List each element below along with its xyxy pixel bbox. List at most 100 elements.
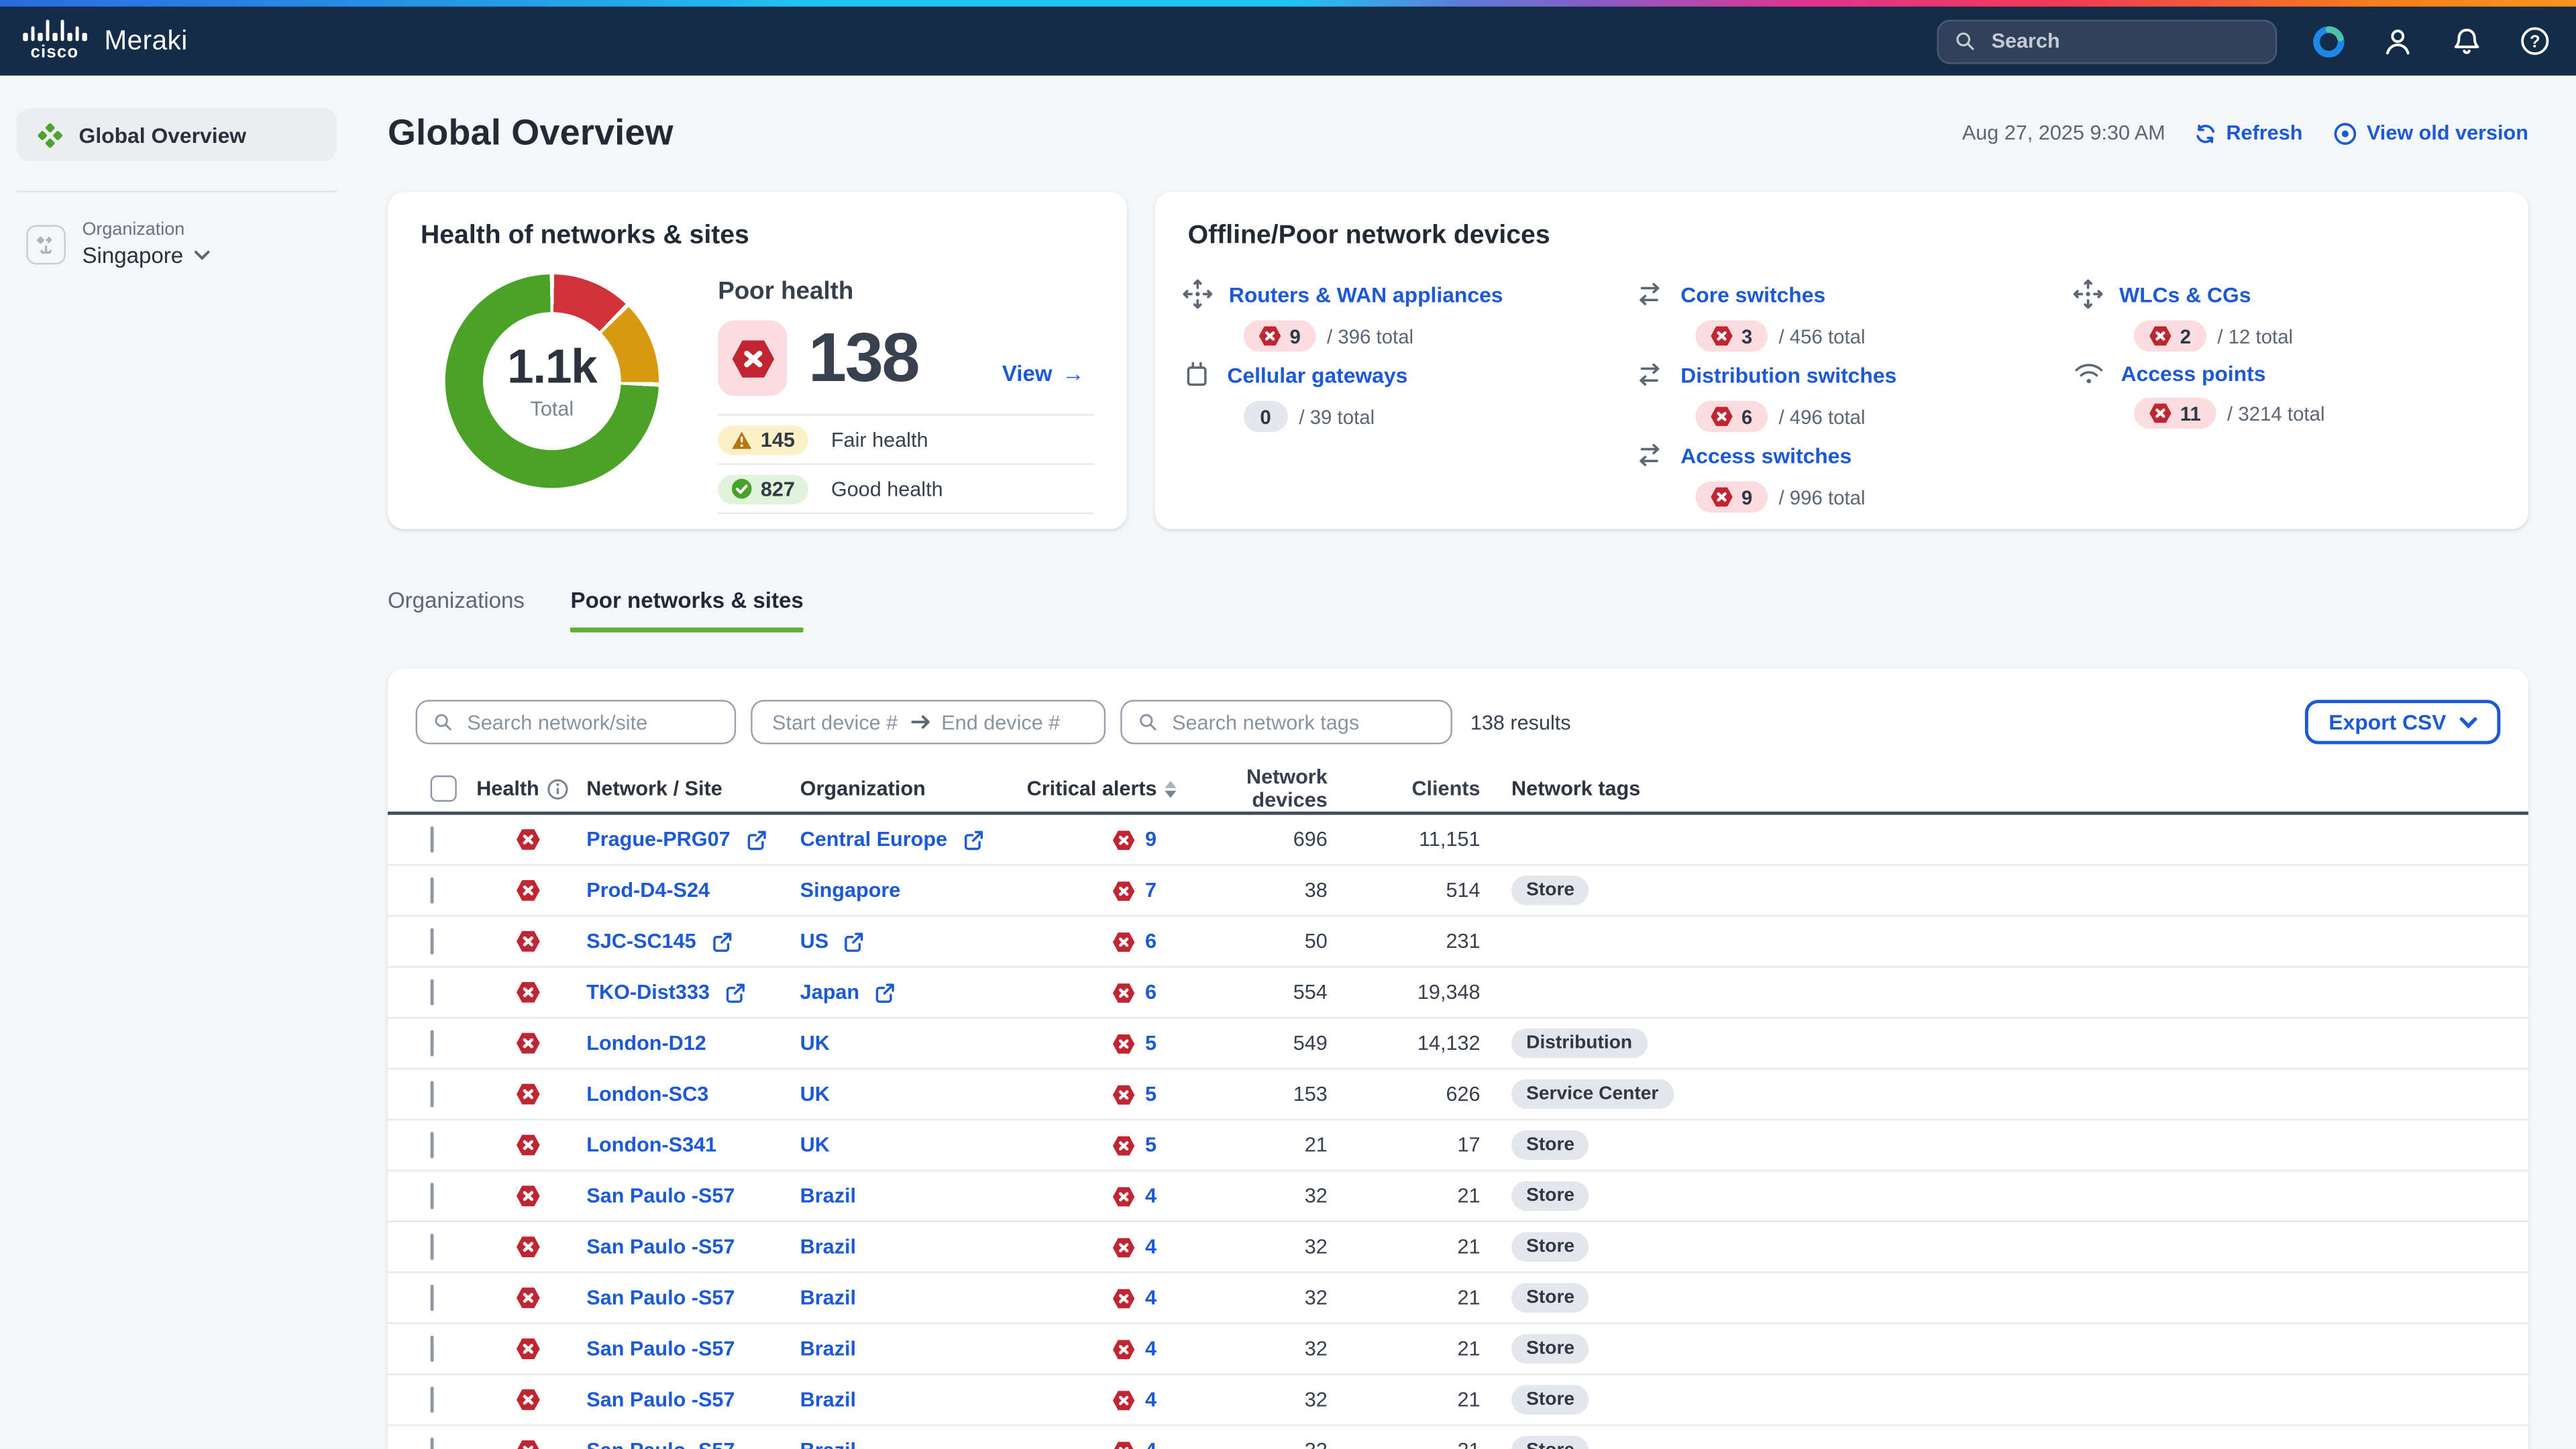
row-checkbox[interactable] <box>431 877 434 904</box>
row-checkbox[interactable] <box>431 979 434 1006</box>
row-checkbox[interactable] <box>431 1081 434 1107</box>
network-link[interactable]: San Paulo -S57 <box>586 1388 735 1411</box>
row-checkbox[interactable] <box>431 1030 434 1057</box>
network-link[interactable]: SJC-SC145 <box>586 930 696 953</box>
view-old-version-button[interactable]: View old version <box>2332 121 2528 146</box>
cisco-logo-icon: cisco <box>23 20 86 62</box>
external-link-icon[interactable] <box>724 981 746 1003</box>
organization-link[interactable]: UK <box>800 1083 830 1106</box>
device-range-field[interactable] <box>751 700 1106 744</box>
device-category-link[interactable]: Access switches <box>1680 443 1851 468</box>
notifications-bell-icon[interactable] <box>2448 23 2484 59</box>
row-checkbox[interactable] <box>431 1285 434 1311</box>
device-category-link[interactable]: WLCs & CGs <box>2119 282 2251 307</box>
network-link[interactable]: San Paulo -S57 <box>586 1337 735 1360</box>
external-link-icon[interactable] <box>745 829 767 851</box>
network-link[interactable]: San Paulo -S57 <box>586 1287 735 1309</box>
critical-alerts-link[interactable]: 4 <box>1145 1388 1157 1411</box>
column-network-site[interactable]: Network / Site <box>578 777 795 800</box>
sidebar-item-global-overview[interactable]: Global Overview <box>16 109 337 161</box>
refresh-button[interactable]: Refresh <box>2195 121 2303 144</box>
network-link[interactable]: Prod-D4-S24 <box>586 879 710 902</box>
critical-alerts-link[interactable]: 5 <box>1145 1134 1157 1157</box>
organization-link[interactable]: Brazil <box>800 1337 856 1360</box>
info-icon[interactable] <box>547 778 569 800</box>
row-checkbox[interactable] <box>431 1438 434 1449</box>
device-category-link[interactable]: Routers & WAN appliances <box>1229 282 1503 307</box>
external-link-icon[interactable] <box>843 930 865 952</box>
column-network-tags[interactable]: Network tags <box>1487 777 2528 800</box>
critical-alerts-link[interactable]: 9 <box>1145 828 1157 851</box>
network-link[interactable]: London-S341 <box>586 1134 716 1157</box>
network-link[interactable]: London-D12 <box>586 1032 706 1055</box>
critical-alerts-link[interactable]: 4 <box>1145 1185 1157 1208</box>
webex-app-icon[interactable] <box>2310 23 2346 59</box>
search-network-site-field[interactable] <box>416 700 737 744</box>
organization-link[interactable]: Japan <box>800 981 860 1004</box>
device-category-link[interactable]: Distribution switches <box>1680 362 1896 387</box>
organization-selector[interactable]: Organization Singapore <box>26 220 337 269</box>
critical-alerts-link[interactable]: 4 <box>1145 1439 1157 1449</box>
network-link[interactable]: San Paulo -S57 <box>586 1236 735 1258</box>
help-icon[interactable]: ? <box>2517 23 2553 59</box>
organization-link[interactable]: Brazil <box>800 1388 856 1411</box>
tab-organizations[interactable]: Organizations <box>388 588 525 633</box>
network-link[interactable]: Prague-PRG07 <box>586 828 730 851</box>
network-link[interactable]: TKO-Dist333 <box>586 981 710 1004</box>
meraki-logo[interactable]: cisco Meraki <box>23 20 187 62</box>
organization-link[interactable]: UK <box>800 1032 830 1055</box>
critical-alerts-link[interactable]: 4 <box>1145 1337 1157 1360</box>
critical-alerts-link[interactable]: 5 <box>1145 1032 1157 1055</box>
organization-link[interactable]: Central Europe <box>800 828 947 851</box>
export-csv-button[interactable]: Export CSV <box>2306 700 2500 744</box>
sort-icon[interactable] <box>1165 780 1177 798</box>
critical-alerts-link[interactable]: 4 <box>1145 1236 1157 1258</box>
end-device-input[interactable] <box>938 709 1073 735</box>
row-checkbox[interactable] <box>431 1387 434 1413</box>
tab-poor-networks-sites[interactable]: Poor networks & sites <box>571 588 804 633</box>
column-network-devices[interactable]: Network devices <box>1186 765 1334 812</box>
critical-alerts-link[interactable]: 6 <box>1145 981 1157 1004</box>
organization-link[interactable]: Brazil <box>800 1439 856 1449</box>
search-network-site-input[interactable] <box>464 709 718 735</box>
critical-alerts-link[interactable]: 6 <box>1145 930 1157 953</box>
organization-link[interactable]: US <box>800 930 829 953</box>
critical-alerts-link[interactable]: 4 <box>1145 1287 1157 1309</box>
critical-alerts-link[interactable]: 5 <box>1145 1083 1157 1106</box>
global-search[interactable] <box>1937 19 2277 63</box>
column-organization[interactable]: Organization <box>795 777 1022 800</box>
column-clients[interactable]: Clients <box>1334 777 1487 800</box>
network-link[interactable]: San Paulo -S57 <box>586 1185 735 1208</box>
network-link[interactable]: London-SC3 <box>586 1083 708 1106</box>
start-device-input[interactable] <box>769 709 904 735</box>
search-network-tags-field[interactable] <box>1120 700 1452 744</box>
table-row: London-S341 UK 5 21 17 Store <box>388 1120 2528 1171</box>
external-link-icon[interactable] <box>711 930 733 952</box>
external-link-icon[interactable] <box>962 829 983 851</box>
device-category-link[interactable]: Access points <box>2121 361 2266 386</box>
critical-alerts-link[interactable]: 7 <box>1145 879 1157 902</box>
organization-link[interactable]: UK <box>800 1134 830 1157</box>
donut-total-value: 1.1k <box>507 341 596 396</box>
view-poor-health-link[interactable]: View → <box>1002 361 1085 386</box>
external-link-icon[interactable] <box>874 981 896 1003</box>
device-category-link[interactable]: Core switches <box>1680 282 1825 307</box>
device-category-link[interactable]: Cellular gateways <box>1227 362 1407 387</box>
organization-link[interactable]: Brazil <box>800 1287 856 1309</box>
select-all-checkbox[interactable] <box>431 775 457 802</box>
column-critical-alerts[interactable]: Critical alerts <box>1027 777 1157 800</box>
search-input[interactable] <box>1988 28 2259 54</box>
row-checkbox[interactable] <box>431 928 434 955</box>
row-checkbox[interactable] <box>431 1234 434 1260</box>
network-link[interactable]: San Paulo -S57 <box>586 1439 735 1449</box>
organization-link[interactable]: Brazil <box>800 1236 856 1258</box>
row-checkbox[interactable] <box>431 826 434 853</box>
search-network-tags-input[interactable] <box>1169 709 1434 735</box>
row-checkbox[interactable] <box>431 1336 434 1362</box>
row-checkbox[interactable] <box>431 1132 434 1158</box>
organization-link[interactable]: Singapore <box>800 879 901 902</box>
critical-hexagon-icon <box>1710 406 1733 427</box>
row-checkbox[interactable] <box>431 1183 434 1209</box>
organization-link[interactable]: Brazil <box>800 1185 856 1208</box>
account-icon[interactable] <box>2379 23 2415 59</box>
